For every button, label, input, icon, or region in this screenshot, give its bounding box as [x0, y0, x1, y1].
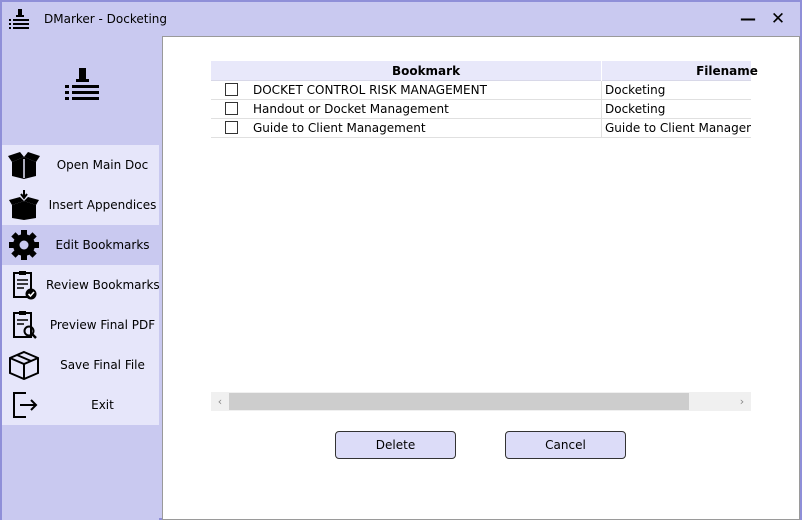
window-title: DMarker - Docketing — [44, 12, 168, 26]
table-row[interactable]: Guide to Client Management Guide to Clie… — [211, 119, 751, 138]
sidebar-item-save-final-file[interactable]: Save Final File — [2, 345, 159, 385]
sidebar-item-label: Exit — [91, 398, 114, 412]
sidebar-item-insert-appendices[interactable]: Insert Appendices — [2, 185, 159, 225]
filename-cell: Docketing — [605, 83, 666, 97]
bookmark-list-icon — [65, 68, 99, 100]
scrollbar-thumb[interactable] — [229, 393, 689, 410]
column-divider — [601, 100, 602, 119]
insert-box-icon — [9, 190, 39, 220]
sidebar-item-label: Edit Bookmarks — [55, 238, 150, 252]
bookmark-cell: Handout or Docket Management — [253, 102, 449, 116]
sidebar-item-label: Open Main Doc — [56, 158, 149, 172]
filename-cell: Guide to Client Management — [605, 121, 751, 135]
column-divider — [601, 81, 602, 100]
package-icon — [9, 350, 39, 380]
sidebar-item-open-main-doc[interactable]: Open Main Doc — [2, 145, 159, 185]
grid-header: Bookmark Filename — [211, 61, 758, 81]
minimize-button[interactable]: — — [736, 9, 760, 29]
column-header-bookmark[interactable]: Bookmark — [251, 64, 601, 78]
sidebar-item-label: Preview Final PDF — [49, 318, 156, 332]
bookmark-cell: Guide to Client Management — [253, 121, 426, 135]
row-checkbox[interactable] — [225, 121, 238, 134]
sidebar: Open Main Doc Insert Appendices Edit Boo… — [2, 36, 160, 520]
row-checkbox[interactable] — [225, 102, 238, 115]
sidebar-item-label: Insert Appendices — [48, 198, 157, 212]
cancel-button[interactable]: Cancel — [505, 431, 626, 459]
sidebar-item-preview-final-pdf[interactable]: Preview Final PDF — [2, 305, 159, 345]
bookmark-grid: Bookmark Filename DOCKET CONTROL RISK MA… — [211, 61, 758, 141]
sidebar-item-label: Save Final File — [60, 358, 145, 372]
main-content: Bookmark Filename DOCKET CONTROL RISK MA… — [162, 36, 800, 520]
clipboard-check-icon — [13, 271, 37, 300]
scroll-right-icon[interactable]: › — [735, 393, 749, 410]
column-divider — [601, 119, 602, 138]
bookmark-list-icon — [9, 9, 29, 29]
title-bar: DMarker - Docketing — ✕ — [2, 2, 800, 36]
sidebar-item-exit[interactable]: Exit — [2, 385, 159, 425]
horizontal-scrollbar[interactable]: ‹ › — [211, 392, 751, 411]
clipboard-search-icon — [13, 311, 37, 339]
filename-cell: Docketing — [605, 102, 666, 116]
gear-icon — [9, 230, 39, 260]
column-header-filename[interactable]: Filename — [602, 64, 802, 78]
sidebar-item-review-bookmarks[interactable]: Review Bookmarks — [2, 265, 160, 305]
scroll-left-icon[interactable]: ‹ — [213, 393, 227, 410]
table-row[interactable]: Handout or Docket Management Docketing — [211, 100, 751, 119]
sidebar-menu: Open Main Doc Insert Appendices Edit Boo… — [2, 145, 160, 425]
row-checkbox[interactable] — [225, 83, 238, 96]
close-button[interactable]: ✕ — [766, 9, 790, 29]
exit-icon — [13, 392, 38, 418]
sidebar-item-edit-bookmarks[interactable]: Edit Bookmarks — [2, 225, 159, 265]
sidebar-item-label: Review Bookmarks — [46, 278, 160, 292]
app-window: DMarker - Docketing — ✕ Open Main Doc In… — [0, 0, 802, 520]
open-box-icon — [8, 152, 40, 179]
delete-button[interactable]: Delete — [335, 431, 456, 459]
bookmark-cell: DOCKET CONTROL RISK MANAGEMENT — [253, 83, 487, 97]
table-row[interactable]: DOCKET CONTROL RISK MANAGEMENT Docketing — [211, 81, 751, 100]
